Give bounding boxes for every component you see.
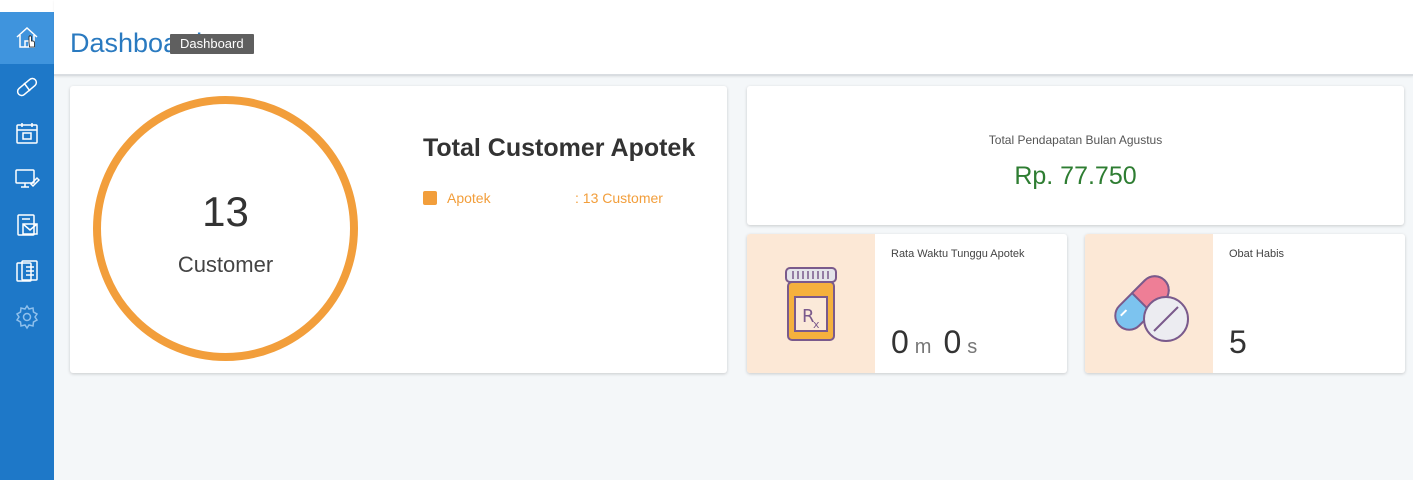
prescription-bottle-icon: R x — [785, 266, 837, 341]
stock-value: 5 — [1229, 324, 1247, 360]
capsule-tablet-icon — [1114, 274, 1189, 342]
mail-list-icon — [17, 214, 38, 236]
waiting-label: Rata Waktu Tunggu Apotek — [891, 248, 1025, 260]
clipboard-icon — [16, 260, 38, 282]
sidebar-item-messages[interactable] — [0, 202, 54, 248]
legend-swatch — [423, 191, 437, 205]
stock-icon-box — [1085, 234, 1213, 373]
home-icon — [16, 26, 38, 48]
calendar-icon — [16, 123, 38, 144]
waiting-minutes-unit: m — [914, 336, 932, 358]
sidebar-item-reports[interactable] — [0, 248, 54, 294]
customer-count: 13 — [202, 188, 249, 235]
sidebar-item-dashboard[interactable] — [0, 12, 54, 64]
sidebar-item-settings[interactable] — [0, 294, 54, 340]
customer-ring: 13 Customer — [93, 96, 358, 361]
income-label: Total Pendapatan Bulan Agustus — [988, 133, 1163, 147]
waiting-seconds: 0 — [943, 324, 962, 360]
waiting-minutes: 0 — [891, 324, 909, 360]
customer-title: Total Customer Apotek — [423, 134, 696, 162]
income-card: Total Pendapatan Bulan Agustus Rp. 77.75… — [747, 86, 1404, 225]
svg-text:x: x — [813, 318, 820, 331]
sidebar-item-monitor[interactable] — [0, 156, 54, 202]
pill-icon — [16, 77, 38, 97]
legend-value: : 13 Customer — [575, 190, 663, 206]
legend-name: Apotek — [447, 190, 491, 206]
customer-card: 13 Customer Total Customer Apotek Apotek… — [70, 86, 727, 373]
customer-legend: Apotek : 13 Customer — [423, 190, 663, 206]
waiting-icon-box: R x — [747, 234, 875, 373]
sidebar — [0, 0, 54, 480]
customer-unit: Customer — [177, 252, 274, 277]
waiting-value: 0 m 0 s — [891, 324, 989, 361]
monitor-edit-icon — [15, 169, 40, 188]
sidebar-item-medicine[interactable] — [0, 64, 54, 110]
waiting-time-card: R x Rata Waktu Tunggu Apotek 0 m 0 s — [747, 234, 1067, 373]
gear-icon — [15, 304, 39, 330]
out-of-stock-card: Obat Habis 5 — [1085, 234, 1405, 373]
waiting-seconds-unit: s — [967, 336, 978, 358]
header: Dashboard Dashboard — [54, 0, 1413, 76]
income-value: Rp. 77.750 — [1014, 162, 1137, 190]
tooltip: Dashboard — [170, 34, 254, 54]
stock-label: Obat Habis — [1229, 248, 1285, 260]
sidebar-item-schedule[interactable] — [0, 110, 54, 156]
